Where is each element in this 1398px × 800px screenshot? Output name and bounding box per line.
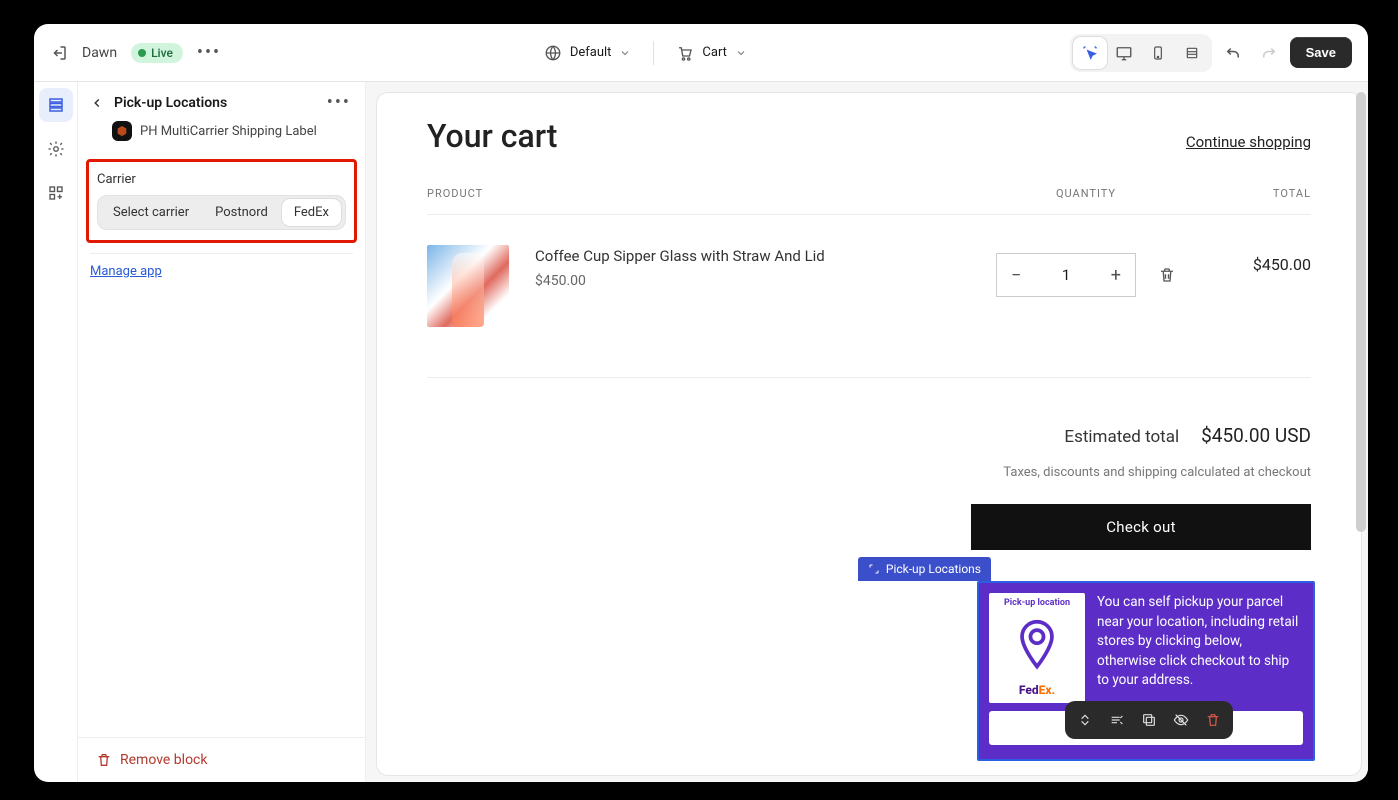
more-icon[interactable]: •••	[197, 42, 221, 63]
undo-button[interactable]	[1218, 38, 1248, 68]
rail-apps-button[interactable]	[39, 176, 73, 210]
continue-shopping-link[interactable]: Continue shopping	[1186, 133, 1311, 151]
carrier-option-select[interactable]: Select carrier	[101, 199, 201, 226]
estimated-total-label: Estimated total	[1064, 427, 1179, 447]
redo-button[interactable]	[1254, 38, 1284, 68]
preview-pane: Your cart Continue shopping PRODUCT QUAN…	[366, 82, 1368, 782]
product-name: Coffee Cup Sipper Glass with Straw And L…	[535, 247, 981, 265]
sidebar-panel: Pick-up Locations ••• ⬢ PH MultiCarrier …	[78, 82, 366, 782]
block-toolbar	[1065, 701, 1233, 739]
cart-row: Coffee Cup Sipper Glass with Straw And L…	[427, 215, 1311, 378]
viewport-desktop-button[interactable]	[1107, 37, 1141, 69]
preview-card: Your cart Continue shopping PRODUCT QUAN…	[376, 92, 1362, 776]
app-icon: ⬢	[112, 121, 132, 141]
toolbar-delete-button[interactable]	[1197, 705, 1229, 735]
locale-selector[interactable]: Default	[536, 40, 640, 66]
divider	[653, 41, 654, 65]
app-row: ⬢ PH MultiCarrier Shipping Label	[78, 117, 365, 155]
toolbar-move-button[interactable]	[1069, 705, 1101, 735]
page-selector[interactable]: Cart	[668, 40, 755, 66]
remove-block-label: Remove block	[120, 752, 207, 768]
viewport-mobile-button[interactable]	[1141, 37, 1175, 69]
chevron-down-icon	[735, 47, 747, 59]
viewport-fullscreen-button[interactable]	[1175, 37, 1209, 69]
cart-icon	[676, 44, 694, 62]
toolbar-duplicate-button[interactable]	[1133, 705, 1165, 735]
rail-settings-button[interactable]	[39, 132, 73, 166]
qty-decrement-button[interactable]: −	[1011, 265, 1021, 286]
live-badge: Live	[131, 43, 183, 63]
top-bar: Dawn Live ••• Default	[34, 24, 1368, 82]
carrier-segmented: Select carrier Postnord FedEx	[97, 195, 346, 230]
back-button[interactable]	[88, 94, 106, 112]
cart-table-head: PRODUCT QUANTITY TOTAL	[427, 187, 1311, 215]
line-total: $450.00	[1191, 245, 1311, 274]
pin-icon	[1013, 618, 1061, 674]
cart-summary: Estimated total $450.00 USD Taxes, disco…	[427, 424, 1311, 480]
rail-sections-button[interactable]	[39, 88, 73, 122]
estimated-total-value: $450.00 USD	[1201, 424, 1311, 447]
carrier-option-fedex[interactable]: FedEx	[282, 199, 341, 226]
col-total-label: TOTAL	[1191, 187, 1311, 200]
exit-icon[interactable]	[50, 44, 68, 62]
viewport-inspector-button[interactable]	[1073, 37, 1107, 69]
save-button[interactable]: Save	[1290, 37, 1352, 68]
carrier-card: Carrier Select carrier Postnord FedEx	[86, 159, 357, 243]
pickup-tag-label: Pick-up Locations	[886, 562, 981, 576]
pickup-block-tag[interactable]: Pick-up Locations	[858, 557, 991, 581]
live-label: Live	[151, 46, 173, 60]
toolbar-hide-button[interactable]	[1165, 705, 1197, 735]
divider	[90, 253, 353, 254]
sidebar-title: Pick-up Locations	[114, 95, 315, 111]
product-image	[427, 245, 509, 327]
sidebar-more-icon[interactable]: •••	[323, 92, 355, 113]
preview-scrollbar[interactable]	[1356, 92, 1366, 772]
pickup-arc-text: Pick-up location	[1004, 599, 1070, 608]
remove-block-button[interactable]: Remove block	[78, 737, 365, 782]
product-price: $450.00	[535, 273, 981, 289]
globe-icon	[544, 44, 562, 62]
qty-value: 1	[1062, 266, 1070, 284]
left-rail	[34, 82, 78, 782]
cart-title: Your cart	[427, 117, 557, 155]
toolbar-order-button[interactable]	[1101, 705, 1133, 735]
chevron-down-icon	[619, 47, 631, 59]
quantity-stepper: − 1 +	[996, 253, 1136, 297]
pickup-image: Pick-up location FedEx.	[989, 593, 1085, 703]
carrier-label: Carrier	[97, 172, 346, 187]
tax-note: Taxes, discounts and shipping calculated…	[427, 465, 1311, 480]
manage-app-link[interactable]: Manage app	[90, 264, 353, 279]
main-row: Pick-up Locations ••• ⬢ PH MultiCarrier …	[34, 82, 1368, 782]
qty-increment-button[interactable]: +	[1111, 265, 1121, 286]
locale-label: Default	[570, 45, 612, 60]
app-name: PH MultiCarrier Shipping Label	[140, 124, 317, 139]
fedex-logo: FedEx.	[1019, 683, 1055, 697]
col-product-label: PRODUCT	[427, 187, 981, 200]
app-frame: Dawn Live ••• Default	[34, 24, 1368, 782]
page-label: Cart	[702, 45, 727, 60]
theme-name: Dawn	[82, 45, 117, 61]
carrier-option-postnord[interactable]: Postnord	[203, 199, 280, 226]
col-quantity-label: QUANTITY	[981, 187, 1191, 200]
pickup-description: You can self pickup your parcel near you…	[1097, 593, 1303, 703]
remove-item-button[interactable]	[1158, 266, 1176, 284]
live-dot-icon	[138, 49, 146, 57]
trash-icon	[96, 752, 112, 768]
checkout-button[interactable]: Check out	[971, 504, 1311, 550]
viewport-switch	[1070, 34, 1212, 72]
